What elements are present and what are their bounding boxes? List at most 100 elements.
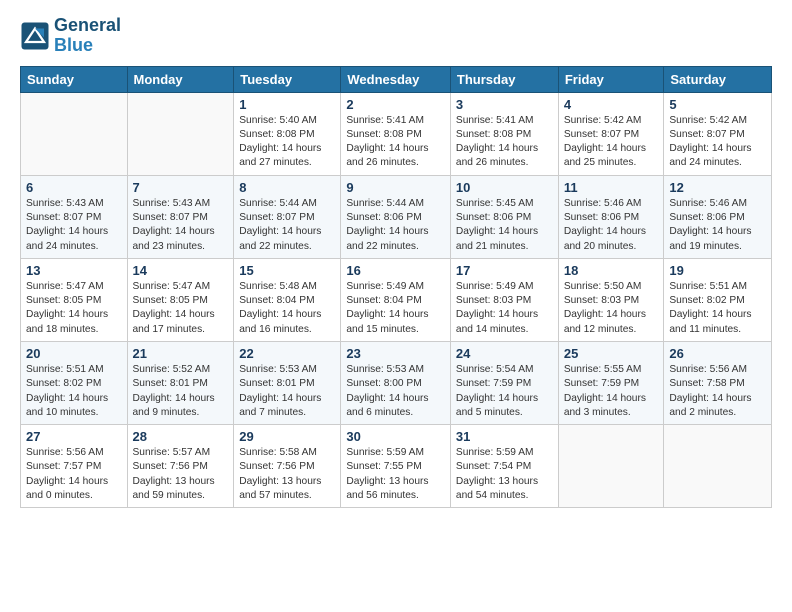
calendar-header-row: SundayMondayTuesdayWednesdayThursdayFrid… [21, 66, 772, 92]
calendar-cell: 2 Sunrise: 5:41 AM Sunset: 8:08 PM Daylig… [341, 92, 451, 175]
day-number: 18 [564, 263, 659, 278]
day-detail: Sunrise: 5:45 AM Sunset: 8:06 PM Dayligh… [456, 197, 553, 254]
day-number: 15 [239, 263, 335, 278]
day-number: 8 [239, 180, 335, 195]
day-detail: Sunrise: 5:53 AM Sunset: 8:00 PM Dayligh… [346, 363, 445, 420]
calendar-table: SundayMondayTuesdayWednesdayThursdayFrid… [20, 66, 772, 509]
day-number: 22 [239, 346, 335, 361]
weekday-header: Friday [558, 66, 664, 92]
day-number: 29 [239, 429, 335, 444]
calendar-cell: 3 Sunrise: 5:41 AM Sunset: 8:08 PM Daylig… [450, 92, 558, 175]
day-number: 4 [564, 97, 659, 112]
day-detail: Sunrise: 5:51 AM Sunset: 8:02 PM Dayligh… [26, 363, 122, 420]
day-detail: Sunrise: 5:50 AM Sunset: 8:03 PM Dayligh… [564, 280, 659, 337]
day-number: 27 [26, 429, 122, 444]
calendar-cell: 10 Sunrise: 5:45 AM Sunset: 8:06 PM Dayli… [450, 175, 558, 258]
day-detail: Sunrise: 5:40 AM Sunset: 8:08 PM Dayligh… [239, 114, 335, 171]
day-number: 1 [239, 97, 335, 112]
day-detail: Sunrise: 5:41 AM Sunset: 8:08 PM Dayligh… [456, 114, 553, 171]
calendar-cell: 6Sunrise: 5:43 AM Sunset: 8:07 PM Daylig… [21, 175, 128, 258]
day-detail: Sunrise: 5:58 AM Sunset: 7:56 PM Dayligh… [239, 446, 335, 503]
day-detail: Sunrise: 5:44 AM Sunset: 8:07 PM Dayligh… [239, 197, 335, 254]
calendar-cell: 12Sunrise: 5:46 AM Sunset: 8:06 PM Dayli… [664, 175, 772, 258]
day-number: 7 [133, 180, 229, 195]
calendar-cell: 17Sunrise: 5:49 AM Sunset: 8:03 PM Dayli… [450, 258, 558, 341]
calendar-cell [664, 425, 772, 508]
logo-text: General Blue [54, 16, 121, 56]
day-detail: Sunrise: 5:46 AM Sunset: 8:06 PM Dayligh… [669, 197, 766, 254]
calendar-cell: 9 Sunrise: 5:44 AM Sunset: 8:06 PM Daylig… [341, 175, 451, 258]
day-detail: Sunrise: 5:48 AM Sunset: 8:04 PM Dayligh… [239, 280, 335, 337]
calendar-cell: 22 Sunrise: 5:53 AM Sunset: 8:01 PM Dayli… [234, 341, 341, 424]
calendar-cell: 26 Sunrise: 5:56 AM Sunset: 7:58 PM Dayli… [664, 341, 772, 424]
day-number: 3 [456, 97, 553, 112]
calendar-cell: 31Sunrise: 5:59 AM Sunset: 7:54 PM Dayli… [450, 425, 558, 508]
day-number: 9 [346, 180, 445, 195]
calendar-cell: 1 Sunrise: 5:40 AM Sunset: 8:08 PM Daylig… [234, 92, 341, 175]
calendar-cell: 16 Sunrise: 5:49 AM Sunset: 8:04 PM Dayli… [341, 258, 451, 341]
calendar-cell: 25 Sunrise: 5:55 AM Sunset: 7:59 PM Dayli… [558, 341, 664, 424]
day-detail: Sunrise: 5:59 AM Sunset: 7:55 PM Dayligh… [346, 446, 445, 503]
day-detail: Sunrise: 5:56 AM Sunset: 7:57 PM Dayligh… [26, 446, 122, 503]
day-number: 10 [456, 180, 553, 195]
day-detail: Sunrise: 5:57 AM Sunset: 7:56 PM Dayligh… [133, 446, 229, 503]
calendar-cell: 30 Sunrise: 5:59 AM Sunset: 7:55 PM Dayli… [341, 425, 451, 508]
day-number: 24 [456, 346, 553, 361]
calendar-cell: 28 Sunrise: 5:57 AM Sunset: 7:56 PM Dayli… [127, 425, 234, 508]
day-number: 2 [346, 97, 445, 112]
calendar-cell: 11 Sunrise: 5:46 AM Sunset: 8:06 PM Dayli… [558, 175, 664, 258]
day-detail: Sunrise: 5:43 AM Sunset: 8:07 PM Dayligh… [133, 197, 229, 254]
weekday-header: Monday [127, 66, 234, 92]
day-number: 13 [26, 263, 122, 278]
day-detail: Sunrise: 5:53 AM Sunset: 8:01 PM Dayligh… [239, 363, 335, 420]
calendar-cell: 19Sunrise: 5:51 AM Sunset: 8:02 PM Dayli… [664, 258, 772, 341]
day-number: 31 [456, 429, 553, 444]
calendar-cell [127, 92, 234, 175]
day-detail: Sunrise: 5:41 AM Sunset: 8:08 PM Dayligh… [346, 114, 445, 171]
day-detail: Sunrise: 5:52 AM Sunset: 8:01 PM Dayligh… [133, 363, 229, 420]
calendar-cell: 18 Sunrise: 5:50 AM Sunset: 8:03 PM Dayli… [558, 258, 664, 341]
day-detail: Sunrise: 5:43 AM Sunset: 8:07 PM Dayligh… [26, 197, 122, 254]
weekday-header: Wednesday [341, 66, 451, 92]
day-detail: Sunrise: 5:55 AM Sunset: 7:59 PM Dayligh… [564, 363, 659, 420]
calendar-week-row: 6Sunrise: 5:43 AM Sunset: 8:07 PM Daylig… [21, 175, 772, 258]
logo: General Blue [20, 16, 121, 56]
day-detail: Sunrise: 5:49 AM Sunset: 8:04 PM Dayligh… [346, 280, 445, 337]
day-number: 26 [669, 346, 766, 361]
day-detail: Sunrise: 5:42 AM Sunset: 8:07 PM Dayligh… [669, 114, 766, 171]
calendar-cell: 24 Sunrise: 5:54 AM Sunset: 7:59 PM Dayli… [450, 341, 558, 424]
calendar-cell: 29 Sunrise: 5:58 AM Sunset: 7:56 PM Dayli… [234, 425, 341, 508]
day-number: 19 [669, 263, 766, 278]
day-detail: Sunrise: 5:54 AM Sunset: 7:59 PM Dayligh… [456, 363, 553, 420]
calendar-cell [558, 425, 664, 508]
calendar-cell: 20 Sunrise: 5:51 AM Sunset: 8:02 PM Dayli… [21, 341, 128, 424]
calendar-cell: 15 Sunrise: 5:48 AM Sunset: 8:04 PM Dayli… [234, 258, 341, 341]
day-detail: Sunrise: 5:56 AM Sunset: 7:58 PM Dayligh… [669, 363, 766, 420]
day-number: 11 [564, 180, 659, 195]
logo-icon [20, 21, 50, 51]
day-detail: Sunrise: 5:47 AM Sunset: 8:05 PM Dayligh… [133, 280, 229, 337]
day-number: 30 [346, 429, 445, 444]
calendar-cell: 8 Sunrise: 5:44 AM Sunset: 8:07 PM Daylig… [234, 175, 341, 258]
day-number: 23 [346, 346, 445, 361]
day-number: 25 [564, 346, 659, 361]
calendar-cell: 14Sunrise: 5:47 AM Sunset: 8:05 PM Dayli… [127, 258, 234, 341]
day-detail: Sunrise: 5:46 AM Sunset: 8:06 PM Dayligh… [564, 197, 659, 254]
day-number: 20 [26, 346, 122, 361]
day-number: 28 [133, 429, 229, 444]
calendar-cell: 27 Sunrise: 5:56 AM Sunset: 7:57 PM Dayli… [21, 425, 128, 508]
day-number: 5 [669, 97, 766, 112]
day-number: 16 [346, 263, 445, 278]
calendar-cell: 21Sunrise: 5:52 AM Sunset: 8:01 PM Dayli… [127, 341, 234, 424]
weekday-header: Saturday [664, 66, 772, 92]
calendar-cell: 7 Sunrise: 5:43 AM Sunset: 8:07 PM Daylig… [127, 175, 234, 258]
calendar-week-row: 20 Sunrise: 5:51 AM Sunset: 8:02 PM Dayli… [21, 341, 772, 424]
calendar-cell: 13Sunrise: 5:47 AM Sunset: 8:05 PM Dayli… [21, 258, 128, 341]
calendar-week-row: 27 Sunrise: 5:56 AM Sunset: 7:57 PM Dayli… [21, 425, 772, 508]
page: General Blue SundayMondayTuesdayWednesda… [0, 0, 792, 612]
day-detail: Sunrise: 5:42 AM Sunset: 8:07 PM Dayligh… [564, 114, 659, 171]
day-detail: Sunrise: 5:44 AM Sunset: 8:06 PM Dayligh… [346, 197, 445, 254]
calendar-cell [21, 92, 128, 175]
weekday-header: Tuesday [234, 66, 341, 92]
weekday-header: Thursday [450, 66, 558, 92]
